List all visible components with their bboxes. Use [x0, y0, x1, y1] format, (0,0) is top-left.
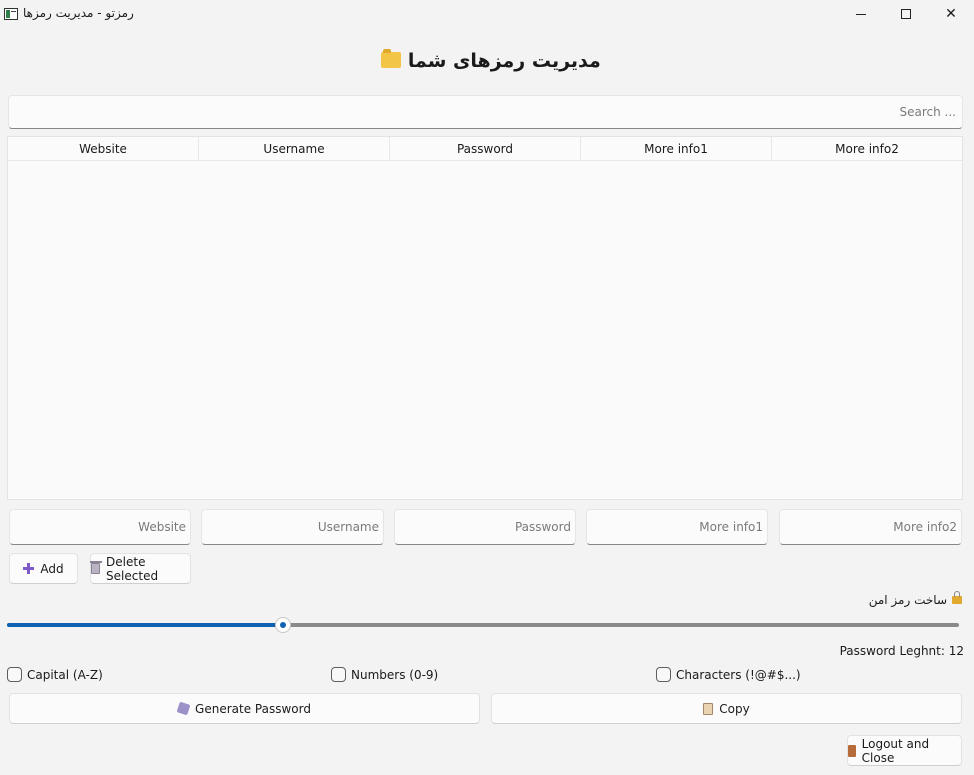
password-field[interactable]	[394, 509, 576, 545]
more-info2-input[interactable]	[780, 510, 961, 544]
window-title: رمزتو - مدیریت رمزها	[23, 6, 134, 20]
characters-checkbox-label: Characters (!@#$...)	[676, 667, 801, 682]
characters-checkbox-box[interactable]	[656, 667, 671, 682]
characters-checkbox[interactable]: Characters (!@#$...)	[656, 667, 801, 682]
username-field[interactable]	[201, 509, 384, 545]
dice-icon	[176, 701, 191, 716]
minimize-button[interactable]	[838, 0, 884, 28]
more-info2-field[interactable]	[779, 509, 962, 545]
entry-fields	[8, 509, 963, 545]
close-icon: ✕	[945, 6, 957, 22]
maximize-icon	[901, 9, 911, 19]
add-button[interactable]: Add	[9, 553, 78, 584]
password-length-label: Password Leghnt: 12	[839, 644, 964, 658]
delete-selected-label: Delete Selected	[106, 554, 159, 583]
website-input[interactable]	[10, 510, 190, 544]
column-header-more-info1[interactable]: More info1	[581, 137, 772, 160]
passwords-table[interactable]: Website Username Password More info1 Mor…	[7, 136, 963, 500]
username-input[interactable]	[202, 510, 383, 544]
trash-icon	[89, 561, 103, 574]
page-title: مدیریت رمزهای شما	[0, 49, 974, 72]
close-button[interactable]: ✕	[928, 0, 974, 28]
generate-password-label: Generate Password	[195, 701, 311, 716]
numbers-checkbox-label: Numbers (0-9)	[351, 667, 439, 682]
numbers-checkbox[interactable]: Numbers (0-9)	[331, 667, 438, 682]
password-length-slider[interactable]	[7, 617, 959, 633]
copy-button[interactable]: Copy	[491, 693, 962, 724]
clipboard-icon	[703, 702, 714, 715]
title-bar: رمزتو - مدیریت رمزها ✕	[0, 0, 974, 28]
column-header-password[interactable]: Password	[390, 137, 581, 160]
column-header-website[interactable]: Website	[8, 137, 199, 160]
password-input[interactable]	[395, 510, 575, 544]
maximize-button[interactable]	[883, 0, 929, 28]
logout-button-label: Logout and Close	[861, 736, 930, 765]
capital-checkbox-box[interactable]	[7, 667, 22, 682]
logout-button[interactable]: Logout and Close	[847, 735, 962, 766]
slider-fill	[7, 623, 283, 627]
slider-thumb[interactable]	[275, 617, 291, 633]
copy-button-label: Copy	[719, 701, 750, 716]
add-button-label: Add	[40, 561, 64, 576]
app-window-icon	[4, 8, 18, 20]
numbers-checkbox-box[interactable]	[331, 667, 346, 682]
generate-password-button[interactable]: Generate Password	[9, 693, 480, 724]
more-info1-field[interactable]	[586, 509, 768, 545]
generator-section-text: ساخت رمز امن	[868, 593, 947, 607]
search-box[interactable]	[8, 95, 963, 129]
lock-icon	[952, 591, 962, 604]
capital-checkbox-label: Capital (A-Z)	[27, 667, 103, 682]
column-header-more-info2[interactable]: More info2	[772, 137, 962, 160]
search-input[interactable]	[9, 96, 962, 128]
website-field[interactable]	[9, 509, 191, 545]
minimize-icon	[856, 13, 866, 15]
folder-icon	[381, 49, 402, 68]
plus-icon	[23, 563, 35, 574]
capital-checkbox[interactable]: Capital (A-Z)	[7, 667, 103, 682]
door-icon	[848, 744, 856, 757]
page-title-text: مدیریت رمزهای شما	[407, 50, 601, 72]
delete-selected-button[interactable]: Delete Selected	[89, 553, 191, 584]
more-info1-input[interactable]	[587, 510, 767, 544]
table-header: Website Username Password More info1 Mor…	[8, 137, 962, 161]
column-header-username[interactable]: Username	[199, 137, 390, 160]
generator-section-label: ساخت رمز امن	[868, 591, 962, 607]
